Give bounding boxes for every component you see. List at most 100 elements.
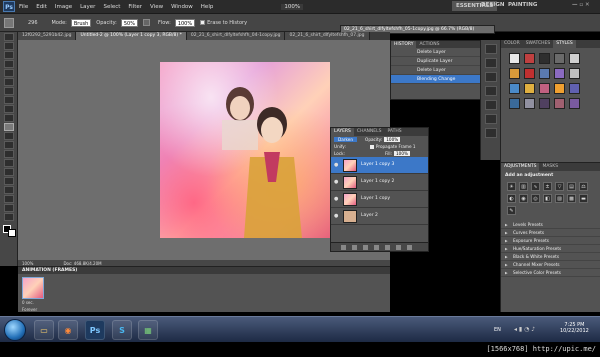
visibility-eye-icon[interactable]: ●: [334, 213, 338, 219]
gradient-map-icon[interactable]: ▬: [579, 194, 588, 203]
navigator-panel-icon[interactable]: [484, 44, 497, 54]
path-selection-tool-icon[interactable]: [4, 177, 14, 185]
eraser-tool-icon[interactable]: [4, 17, 14, 28]
style-swatch[interactable]: [509, 83, 520, 94]
style-swatch[interactable]: [539, 83, 550, 94]
tab-document-3[interactable]: 02_21_6_shirt_dlfyltefshfh_04-1copy.jpg: [186, 32, 286, 40]
explorer-taskbar-icon[interactable]: ▭: [34, 320, 54, 340]
fill-input[interactable]: 100%: [393, 151, 410, 156]
style-swatch[interactable]: [509, 53, 520, 64]
threshold-icon[interactable]: ▩: [567, 194, 576, 203]
preset-item[interactable]: Curves Presets: [501, 229, 600, 237]
preset-item[interactable]: Selective Color Presets: [501, 269, 600, 277]
healing-brush-tool-icon[interactable]: [4, 87, 14, 95]
skype-taskbar-icon[interactable]: S: [112, 320, 132, 340]
menu-help[interactable]: Help: [201, 4, 214, 10]
photo-filter-icon[interactable]: ◉: [519, 194, 528, 203]
link-layers-icon[interactable]: [341, 244, 346, 250]
color-balance-icon[interactable]: ⚖: [579, 182, 588, 191]
style-swatch[interactable]: [554, 83, 565, 94]
invert-icon[interactable]: ◧: [543, 194, 552, 203]
tab-color[interactable]: COLOR: [501, 40, 523, 48]
new-group-icon[interactable]: [385, 244, 390, 250]
tab-adjustments[interactable]: ADJUSTMENTS: [501, 163, 540, 171]
animation-frame-1[interactable]: [22, 277, 44, 299]
style-swatch[interactable]: [524, 68, 535, 79]
eraser-tool-icon[interactable]: [4, 123, 14, 131]
blur-tool-icon[interactable]: [4, 141, 14, 149]
tab-document-4[interactable]: 02_21_6_shirt_dlfyltefshfh_07.jpg: [285, 32, 370, 40]
character-panel-icon[interactable]: [484, 72, 497, 82]
visibility-eye-icon[interactable]: ●: [334, 196, 338, 202]
layer-mask-icon[interactable]: [363, 244, 368, 250]
style-swatch[interactable]: [524, 53, 535, 64]
style-swatch[interactable]: [554, 53, 565, 64]
layer-row[interactable]: ● Layer 2: [331, 208, 428, 225]
vibrance-icon[interactable]: ▽: [555, 182, 564, 191]
brush-panel-icon[interactable]: [484, 100, 497, 110]
channel-mixer-icon[interactable]: ◎: [531, 194, 540, 203]
quick-selection-tool-icon[interactable]: [4, 60, 14, 68]
style-swatch[interactable]: [539, 53, 550, 64]
menu-file[interactable]: File: [19, 4, 28, 10]
style-swatch[interactable]: [539, 98, 550, 109]
delete-layer-icon[interactable]: [407, 244, 412, 250]
marquee-tool-icon[interactable]: [4, 42, 14, 50]
preset-item[interactable]: Levels Presets: [501, 221, 600, 229]
tab-masks[interactable]: MASKS: [539, 163, 561, 171]
history-item-selected[interactable]: Blending Change: [391, 75, 493, 84]
history-item[interactable]: Delete Layer: [391, 48, 493, 57]
new-layer-icon[interactable]: [396, 244, 401, 250]
blend-mode-select[interactable]: Darken: [334, 137, 358, 142]
airbrush-icon[interactable]: [142, 19, 150, 26]
info-panel-icon[interactable]: [484, 58, 497, 68]
layer-row[interactable]: ● Layer 1 copy: [331, 191, 428, 208]
canvas-artwork[interactable]: [160, 62, 330, 238]
layer-row[interactable]: ● Layer 1 copy 3: [331, 157, 428, 174]
tab-channels[interactable]: CHANNELS: [354, 128, 385, 136]
background-color-swatch[interactable]: [8, 229, 16, 237]
workspace-painting-button[interactable]: PAINTING: [508, 2, 537, 8]
style-swatch[interactable]: [524, 83, 535, 94]
style-swatch[interactable]: [554, 68, 565, 79]
style-swatch[interactable]: [539, 68, 550, 79]
crop-tool-icon[interactable]: [4, 69, 14, 77]
tab-swatches[interactable]: SWATCHES: [523, 40, 554, 48]
workspace-design-button[interactable]: DESIGN: [481, 2, 504, 8]
layer-style-icon[interactable]: [352, 244, 357, 250]
menu-edit[interactable]: Edit: [36, 4, 47, 10]
erase-history-checkbox[interactable]: [200, 20, 206, 25]
status-zoom[interactable]: 100%: [22, 261, 33, 266]
start-button[interactable]: [4, 319, 26, 341]
visibility-eye-icon[interactable]: ●: [334, 179, 338, 185]
clone-stamp-tool-icon[interactable]: [4, 105, 14, 113]
brightness-contrast-icon[interactable]: ☀: [507, 182, 516, 191]
tab-paths[interactable]: PATHS: [384, 128, 404, 136]
black-white-icon[interactable]: ◐: [507, 194, 516, 203]
shape-tool-icon[interactable]: [4, 186, 14, 194]
levels-icon[interactable]: ▥: [519, 182, 528, 191]
paragraph-panel-icon[interactable]: [484, 86, 497, 96]
tool-presets-panel-icon[interactable]: [484, 114, 497, 124]
style-swatch[interactable]: [569, 53, 580, 64]
zoom-tool-icon[interactable]: [4, 213, 14, 221]
preset-item[interactable]: Exposure Presets: [501, 237, 600, 245]
menu-window[interactable]: Window: [171, 4, 193, 10]
hue-saturation-icon[interactable]: ▤: [567, 182, 576, 191]
tab-actions[interactable]: ACTIONS: [416, 41, 442, 48]
tab-styles[interactable]: STYLES: [553, 40, 576, 48]
style-swatch[interactable]: [524, 98, 535, 109]
preset-item[interactable]: Channel Mixer Presets: [501, 261, 600, 269]
menu-layer[interactable]: Layer: [80, 4, 95, 10]
layer-opacity-input[interactable]: 100%: [384, 137, 401, 142]
app-taskbar-icon[interactable]: ▦: [138, 320, 158, 340]
menu-image[interactable]: Image: [55, 4, 72, 10]
history-item[interactable]: Delete Layer: [391, 66, 493, 75]
tab-history[interactable]: HISTORY: [391, 41, 417, 48]
3d-rotate-tool-icon[interactable]: [4, 195, 14, 203]
photoshop-taskbar-icon[interactable]: Ps: [85, 320, 105, 340]
tab-layers[interactable]: LAYERS: [331, 128, 354, 136]
style-swatch[interactable]: [509, 68, 520, 79]
flow-input[interactable]: 100%: [174, 18, 196, 27]
style-swatch[interactable]: [569, 83, 580, 94]
